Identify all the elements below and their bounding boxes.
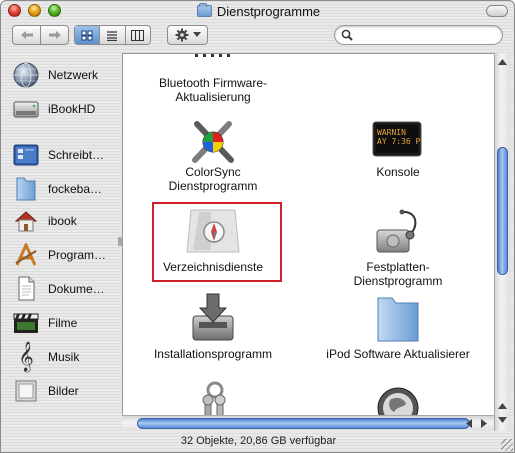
file-item-ipod-software-aktualisierer[interactable]: iPod Software Aktualisierer <box>308 290 488 370</box>
gear-icon <box>175 28 188 42</box>
movies-icon <box>12 309 40 337</box>
file-item-festplatten-dienstprogramm[interactable]: Festplatten- Dienstprogramm <box>308 202 488 292</box>
scroll-up-arrow-icon[interactable] <box>498 59 507 65</box>
sidebar-item-label: Musik <box>48 350 80 364</box>
resize-grip[interactable] <box>501 439 513 451</box>
sidebar-item-label: Filme <box>48 316 78 330</box>
icon-view-icon <box>81 30 93 40</box>
file-item-label: Konsole <box>376 165 420 179</box>
file-item-installationsprogramm[interactable]: Installationsprogramm <box>123 290 303 370</box>
scroll-down-arrow-icon[interactable] <box>498 417 507 423</box>
folder-icon <box>12 175 40 203</box>
action-menu-button[interactable] <box>167 25 208 45</box>
sidebar-item-ibook[interactable]: ibook <box>9 206 114 236</box>
music-icon: 𝄞 <box>18 342 34 372</box>
file-item-bluetooth-firmware[interactable]: Bluetooth Firmware- Aktualisierung <box>123 54 303 114</box>
forward-arrow-icon <box>48 31 61 39</box>
sidebar-item-label: Dokume… <box>48 282 105 296</box>
sidebar-item-label: iBookHD <box>48 102 96 116</box>
sidebar: Netzwerk iBookHD Schreibt… fockeba… iboo… <box>9 53 114 431</box>
sidebar-item-label: Netzwerk <box>48 68 99 82</box>
ipod-updater-folder-icon <box>374 294 422 344</box>
file-item-konsole[interactable]: WARNIN AY 7:36 P Konsole <box>308 114 488 199</box>
toolbar-toggle-button[interactable] <box>486 5 508 17</box>
column-view-icon <box>131 29 145 41</box>
forward-button[interactable] <box>40 26 68 44</box>
sidebar-item-label: Program… <box>48 248 107 262</box>
search-field[interactable] <box>334 25 503 45</box>
vertical-scrollbar[interactable] <box>494 53 510 431</box>
list-view-button[interactable] <box>99 26 124 44</box>
toolbar <box>1 23 514 51</box>
vertical-scroll-thumb[interactable] <box>497 147 508 275</box>
sidebar-item-netzwerk[interactable]: Netzwerk <box>9 60 114 90</box>
status-text: 32 Objekte, 20,86 GB verfügbar <box>180 435 337 447</box>
console-icon: WARNIN AY 7:36 P <box>372 119 422 159</box>
sidebar-item-ibookhd[interactable]: iBookHD <box>9 94 114 124</box>
installer-icon <box>189 292 237 344</box>
sidebar-item-label: ibook <box>48 214 77 228</box>
colorsync-icon <box>185 114 241 170</box>
sidebar-item-filme[interactable]: Filme <box>9 308 114 338</box>
sidebar-item-fockeba[interactable]: fockeba… <box>9 174 114 204</box>
disk-utility-icon <box>374 208 424 256</box>
back-button[interactable] <box>13 26 40 44</box>
sidebar-item-schreibtisch[interactable]: Schreibt… <box>9 140 114 170</box>
console-screen-text: WARNIN <box>377 128 406 137</box>
sidebar-item-label: fockeba… <box>48 182 103 196</box>
sidebar-item-label: Bilder <box>48 384 79 398</box>
window-title: Dienstprogramme <box>1 3 514 19</box>
status-bar: 32 Objekte, 20,86 GB verfügbar <box>1 431 514 452</box>
highlight-box <box>152 202 282 282</box>
desktop-icon <box>12 141 40 169</box>
horizontal-scrollbar[interactable] <box>122 415 494 431</box>
search-icon <box>341 29 353 41</box>
file-item-label: iPod Software Aktualisierer <box>326 347 470 361</box>
file-item-colorsync[interactable]: ColorSync Dienstprogramm <box>123 114 303 199</box>
console-screen-text: AY 7:36 P <box>377 137 421 146</box>
pictures-icon <box>12 377 40 405</box>
sidebar-item-musik[interactable]: 𝄞 Musik <box>9 342 114 372</box>
finder-window: Dienstprogramme Netzwerk iBookHD Schreib… <box>0 0 515 453</box>
scroll-left-arrow-icon[interactable] <box>466 419 472 428</box>
sidebar-item-label: Schreibt… <box>48 148 105 162</box>
window-title-text: Dienstprogramme <box>216 4 321 19</box>
scroll-right-arrow-icon[interactable] <box>481 419 487 428</box>
icon-view-area[interactable]: Bluetooth Firmware- Aktualisierung ColorS… <box>122 53 494 431</box>
documents-icon <box>12 275 40 303</box>
chevron-down-icon <box>192 32 201 37</box>
home-icon <box>12 207 40 235</box>
scroll-up-arrow-icon[interactable] <box>498 403 507 409</box>
sidebar-item-bilder[interactable]: Bilder <box>9 376 114 406</box>
file-item-label: Installationsprogramm <box>153 347 273 361</box>
list-view-icon <box>107 30 118 41</box>
file-item-label: ColorSync Dienstprogramm <box>168 165 258 193</box>
file-item-label: Festplatten- Dienstprogramm <box>353 260 443 288</box>
network-globe-icon <box>12 61 40 89</box>
folder-icon <box>196 3 212 17</box>
title-bar[interactable]: Dienstprogramme <box>1 1 514 23</box>
sidebar-item-dokumente[interactable]: Dokume… <box>9 274 114 304</box>
search-input[interactable] <box>357 27 499 45</box>
back-forward-control <box>12 25 69 45</box>
bluetooth-firmware-icon <box>187 54 239 62</box>
view-switcher <box>74 25 151 45</box>
icon-view-button[interactable] <box>75 26 100 44</box>
column-view-button[interactable] <box>124 26 150 44</box>
applications-icon <box>12 241 40 269</box>
hard-drive-icon <box>12 95 40 123</box>
back-arrow-icon <box>20 31 33 39</box>
sidebar-item-programme[interactable]: Program… <box>9 240 114 270</box>
horizontal-scroll-thumb[interactable] <box>137 418 470 429</box>
file-item-label: Bluetooth Firmware- Aktualisierung <box>158 76 268 104</box>
